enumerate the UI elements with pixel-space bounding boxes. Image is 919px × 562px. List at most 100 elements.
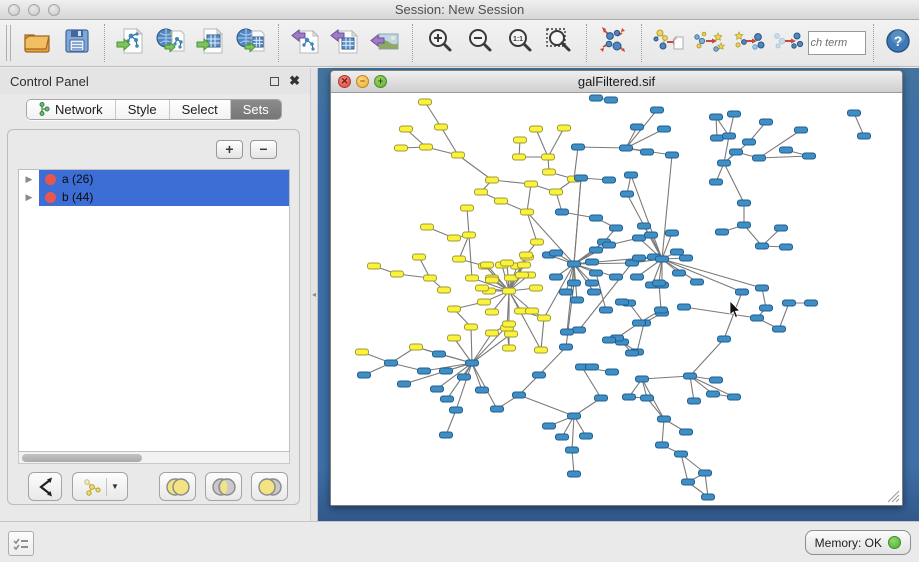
graph-node <box>603 337 616 343</box>
create-set-menu-button[interactable]: ▼ <box>72 472 128 501</box>
union-button[interactable] <box>159 472 196 501</box>
collapse-splitter-icon[interactable]: ◂ <box>312 290 316 299</box>
select-first-neighbors-button[interactable] <box>689 23 729 63</box>
zoom-selected-button[interactable] <box>540 23 580 63</box>
intersection-icon <box>210 477 238 497</box>
memory-status-button[interactable]: Memory: OK <box>805 530 911 555</box>
add-set-button[interactable]: + <box>216 140 243 159</box>
list-item[interactable]: ▶ a (26) <box>19 170 289 188</box>
graph-node <box>358 372 371 378</box>
tab-sets[interactable]: Sets <box>231 100 281 119</box>
expand-selection-button[interactable] <box>729 23 769 63</box>
graph-node <box>666 152 679 158</box>
graph-node <box>590 215 603 221</box>
export-image-button[interactable] <box>365 23 405 63</box>
graph-node <box>730 149 743 155</box>
hide-selection-button[interactable] <box>769 23 809 63</box>
split-set-button[interactable] <box>28 472 62 501</box>
graph-node <box>478 299 491 305</box>
resize-grip[interactable] <box>885 488 900 503</box>
help-button[interactable]: ? <box>881 23 915 63</box>
close-panel-icon[interactable]: ✖ <box>289 76 300 86</box>
graph-node <box>718 160 731 166</box>
graph-node <box>610 274 623 280</box>
import-table-file-button[interactable] <box>191 23 231 63</box>
graph-node <box>571 297 584 303</box>
import-network-web-button[interactable] <box>151 23 191 63</box>
tab-select-label: Select <box>182 102 218 117</box>
scrollbar-thumb[interactable] <box>22 454 142 462</box>
zoom-in-button[interactable] <box>420 23 460 63</box>
graph-node <box>760 119 773 125</box>
graph-node <box>645 232 658 238</box>
graph-node <box>413 254 426 260</box>
graph-node <box>514 137 527 143</box>
remove-set-button[interactable]: − <box>250 140 277 159</box>
expand-arrow-icon[interactable]: ▶ <box>19 174 39 185</box>
intersection-button[interactable] <box>205 472 242 501</box>
toolbar-separator <box>412 24 413 62</box>
tab-sets-label: Sets <box>243 102 269 117</box>
sets-panel: + − ▶ a (26) ▶ b <box>7 129 300 505</box>
toolbar-drag-handle[interactable] <box>6 25 11 61</box>
graph-node <box>501 260 514 266</box>
graph-node <box>433 351 446 357</box>
graph-node <box>631 274 644 280</box>
graph-node <box>438 287 451 293</box>
tab-network[interactable]: Network <box>27 100 116 119</box>
graph-node <box>391 271 404 277</box>
graph-node <box>682 479 695 485</box>
cytoscape-app: Session: New Session <box>0 0 919 562</box>
export-image-icon <box>369 25 401 62</box>
graph-node <box>543 423 556 429</box>
network-graph[interactable] <box>331 93 902 505</box>
expand-arrow-icon[interactable]: ▶ <box>19 192 39 203</box>
graph-node <box>736 289 749 295</box>
zoom-actual-size-button[interactable]: 1:1 <box>500 23 540 63</box>
graph-node <box>620 145 633 151</box>
save-session-button[interactable] <box>57 23 97 63</box>
graph-node <box>678 304 691 310</box>
graph-node <box>590 95 603 101</box>
float-panel-icon[interactable] <box>270 77 279 86</box>
zoom-out-icon <box>465 26 495 61</box>
open-session-button[interactable] <box>17 23 57 63</box>
graph-node <box>395 145 408 151</box>
chevron-down-icon: ▼ <box>111 482 119 491</box>
graph-node <box>641 149 654 155</box>
tab-select[interactable]: Select <box>170 100 231 119</box>
network-window-title: galFiltered.sif <box>331 74 902 89</box>
graph-node <box>466 275 479 281</box>
panel-splitter[interactable]: ◂ <box>310 68 318 521</box>
graph-node <box>560 289 573 295</box>
control-panel-tabs: Network Style Select Sets <box>0 94 310 124</box>
network-from-selection-icon <box>652 25 686 62</box>
graph-node <box>505 331 518 337</box>
import-network-icon <box>115 25 147 62</box>
new-network-from-selection-button[interactable] <box>649 23 689 63</box>
graph-node <box>481 262 494 268</box>
graph-node <box>688 398 701 404</box>
tab-style[interactable]: Style <box>116 100 170 119</box>
network-window-titlebar[interactable]: ✕ − + galFiltered.sif <box>331 71 902 93</box>
import-network-file-button[interactable] <box>112 23 152 63</box>
network-view-window[interactable]: ✕ − + galFiltered.sif <box>330 70 903 506</box>
search-input[interactable]: ch term <box>808 31 866 55</box>
zoom-out-button[interactable] <box>460 23 500 63</box>
graph-node <box>671 249 684 255</box>
graph-node <box>461 205 474 211</box>
apply-layout-button[interactable] <box>594 23 634 63</box>
horizontal-scrollbar[interactable] <box>18 452 290 464</box>
export-table-button[interactable] <box>326 23 366 63</box>
difference-button[interactable] <box>251 472 288 501</box>
graph-node <box>710 114 723 120</box>
network-canvas[interactable] <box>331 93 902 505</box>
svg-text:1:1: 1:1 <box>513 36 523 43</box>
import-table-web-button[interactable] <box>231 23 271 63</box>
graph-node <box>631 124 644 130</box>
graph-node <box>550 250 563 256</box>
network-desktop: ✕ − + galFiltered.sif <box>318 68 919 521</box>
task-history-button[interactable] <box>8 531 34 556</box>
export-network-button[interactable] <box>286 23 326 63</box>
list-item[interactable]: ▶ b (44) <box>19 188 289 206</box>
